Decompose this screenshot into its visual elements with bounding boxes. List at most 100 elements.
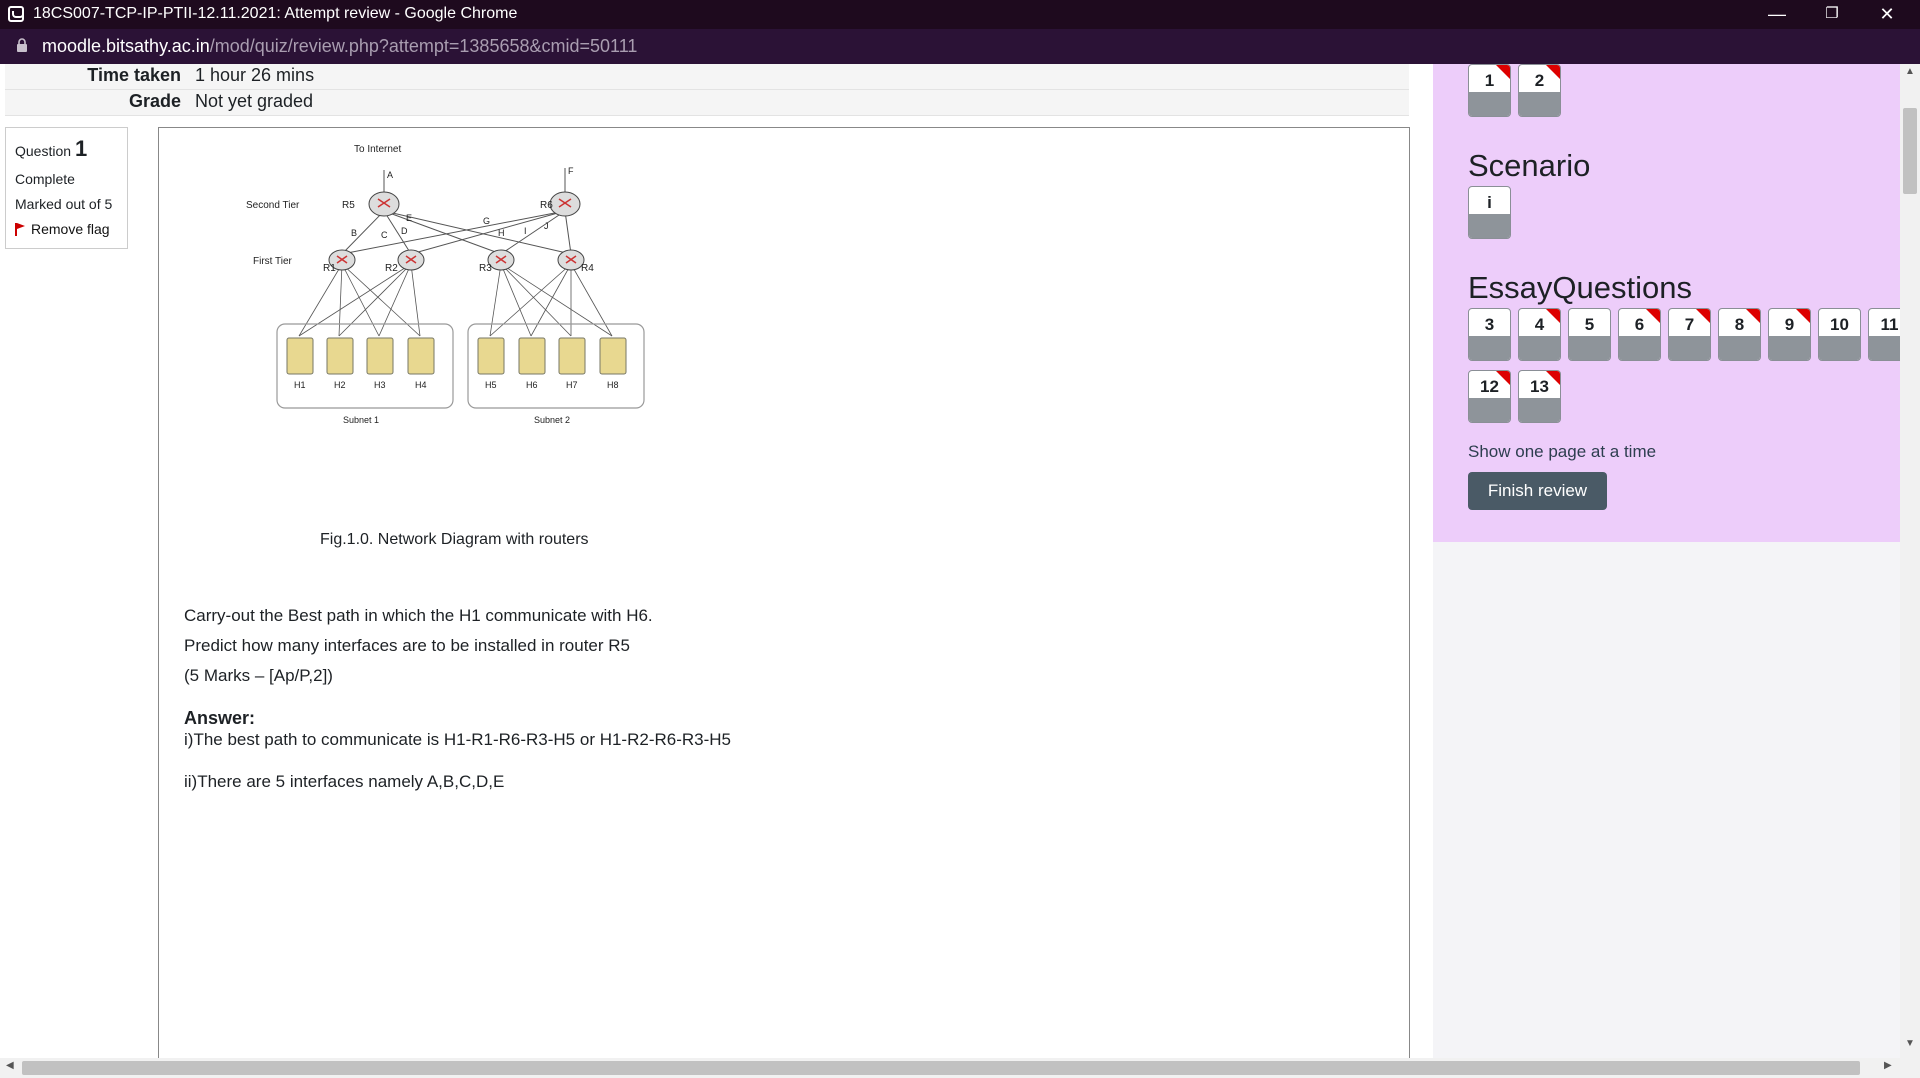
horizontal-scrollbar[interactable]: ◀ ▶ (0, 1058, 1920, 1078)
vertical-scroll-thumb[interactable] (1903, 108, 1917, 194)
link-label: I (524, 226, 527, 236)
restore-button[interactable]: ❐ (1805, 0, 1859, 29)
question-nav-button[interactable]: 9 (1768, 308, 1811, 361)
address-bar[interactable]: moodle.bitsathy.ac.in/mod/quiz/review.ph… (0, 29, 1920, 64)
url-text[interactable]: moodle.bitsathy.ac.in/mod/quiz/review.ph… (42, 36, 637, 57)
browser-title-bar: 18CS007-TCP-IP-PTII-12.11.2021: Attempt … (0, 0, 1920, 29)
minimize-button[interactable]: — (1750, 0, 1804, 29)
question-nav-button[interactable]: 13 (1518, 370, 1561, 423)
question-nav-button[interactable]: 12 (1468, 370, 1511, 423)
question-nav-status-bar (1819, 336, 1860, 360)
host-label: H1 (294, 380, 306, 390)
subnet-label: Subnet 2 (534, 415, 570, 425)
question-number: Question 1 (15, 136, 127, 162)
host-label: H3 (374, 380, 386, 390)
flag-corner-icon (1796, 309, 1810, 323)
question-nav-button[interactable]: 1 (1468, 64, 1511, 117)
question-nav-number: i (1487, 193, 1492, 212)
flag-corner-icon (1496, 371, 1510, 385)
question-nav-button[interactable]: 4 (1518, 308, 1561, 361)
link-label: A (387, 170, 393, 180)
flag-corner-icon (1646, 309, 1660, 323)
link-label: C (381, 230, 388, 240)
question-nav-status-bar (1519, 92, 1560, 116)
url-host: moodle.bitsathy.ac.in (42, 36, 210, 56)
question-prefix: Question (15, 143, 72, 159)
question-nav-number: 11 (1880, 315, 1899, 334)
question-nav-button[interactable]: i (1468, 186, 1511, 239)
flag-corner-icon (1746, 309, 1760, 323)
answer-label: Answer: (184, 708, 256, 728)
question-nav-button[interactable]: 7 (1668, 308, 1711, 361)
question-nav-status-bar (1469, 214, 1510, 238)
router-label: R5 (342, 200, 355, 211)
remove-flag-label: Remove flag (31, 221, 110, 237)
link-label: G (483, 216, 490, 226)
quiz-navigation-column: Scenario EssayQuestions Show one page at… (1433, 64, 1900, 1058)
essay-questions-heading: EssayQuestions (1468, 270, 1692, 305)
figure-caption: Fig.1.0. Network Diagram with routers (320, 531, 589, 548)
question-nav-status-bar (1519, 336, 1560, 360)
question-nav-button[interactable]: 6 (1618, 308, 1661, 361)
summary-value: 1 hour 26 mins (195, 65, 315, 85)
question-nav-button[interactable]: 3 (1468, 308, 1511, 361)
summary-label: Grade (128, 91, 181, 111)
host-label: H4 (415, 380, 427, 390)
question-nav-status-bar (1469, 398, 1510, 422)
router-label: R1 (323, 263, 336, 274)
scroll-right-arrow-icon[interactable]: ▶ (1884, 1060, 1892, 1071)
subnet-label: Subnet 1 (343, 415, 379, 425)
flag-corner-icon (1546, 65, 1560, 79)
url-path: /mod/quiz/review.php?attempt=1385658&cmi… (209, 36, 638, 56)
question-state: Complete (15, 171, 75, 187)
question-line: Carry-out the Best path in which the H1 … (184, 606, 653, 625)
link-label: B (351, 228, 357, 238)
window-title: 18CS007-TCP-IP-PTII-12.11.2021: Attempt … (33, 5, 518, 22)
question-text: Carry-out the Best path in which the H1 … (184, 601, 653, 691)
question-nav-number: 10 (1830, 315, 1849, 334)
host-label: H2 (334, 380, 346, 390)
host-label: H6 (526, 380, 538, 390)
link-label: J (544, 221, 549, 231)
close-button[interactable]: ✕ (1860, 0, 1914, 29)
vertical-scrollbar[interactable]: ▲ ▼ (1900, 64, 1920, 1058)
question-nav-status-bar (1869, 336, 1900, 360)
question-line: Predict how many interfaces are to be in… (184, 636, 631, 655)
link-label: H (498, 228, 505, 238)
show-one-page-link[interactable]: Show one page at a time (1468, 442, 1656, 462)
scroll-up-arrow-icon[interactable]: ▲ (1900, 66, 1920, 84)
summary-row-time: Time taken 1 hour 26 mins (5, 64, 1409, 90)
question-nav-button[interactable]: 8 (1718, 308, 1761, 361)
quiz-navigation-block: Scenario EssayQuestions Show one page at… (1433, 64, 1900, 542)
question-nav-button[interactable]: 2 (1518, 64, 1561, 117)
question-nav-status-bar (1469, 92, 1510, 116)
remove-flag-link[interactable]: Remove flag (15, 221, 127, 237)
diagram-first-tier-label: First Tier (253, 256, 293, 267)
router-label: R3 (479, 263, 492, 274)
question-nav-button[interactable]: 10 (1818, 308, 1861, 361)
flag-corner-icon (1546, 371, 1560, 385)
question-nav-button[interactable]: 5 (1568, 308, 1611, 361)
question-nav-status-bar (1669, 336, 1710, 360)
flag-corner-icon (1696, 309, 1710, 323)
question-nav-status-bar (1619, 336, 1660, 360)
question-info-box: Question 1 Complete Marked out of 5 Remo… (5, 127, 128, 249)
flag-icon (15, 222, 25, 236)
link-label: D (401, 226, 408, 236)
page-content: Time taken 1 hour 26 mins Grade Not yet … (0, 64, 1900, 1058)
router-label: R4 (581, 263, 594, 274)
scroll-down-arrow-icon[interactable]: ▼ (1900, 1038, 1920, 1056)
question-nav-number: 3 (1484, 315, 1495, 334)
link-label: F (568, 166, 574, 176)
finish-review-button[interactable]: Finish review (1468, 472, 1607, 510)
host-label: H5 (485, 380, 497, 390)
question-nav-button[interactable]: 11 (1868, 308, 1900, 361)
summary-row-grade: Grade Not yet graded (5, 90, 1409, 116)
horizontal-scroll-thumb[interactable] (22, 1061, 1860, 1075)
question-nav-status-bar (1719, 336, 1760, 360)
host-label: H8 (607, 380, 619, 390)
question-nav-number: 5 (1584, 315, 1595, 334)
scroll-left-arrow-icon[interactable]: ◀ (6, 1060, 14, 1071)
chrome-app-icon (8, 6, 24, 22)
lock-icon (17, 38, 27, 52)
